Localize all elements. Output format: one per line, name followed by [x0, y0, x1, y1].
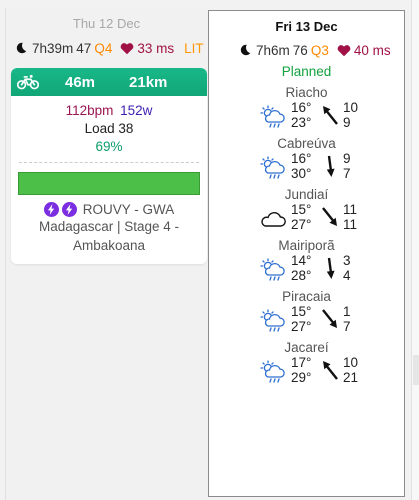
- temperature-min: 14°: [291, 253, 312, 268]
- wind-gust: 4: [343, 267, 351, 283]
- temperatures: 16° 23°: [291, 100, 312, 130]
- scrollbar[interactable]: [411, 0, 419, 500]
- wind-speed: 3: [343, 253, 351, 268]
- readiness-score: 47: [76, 40, 92, 56]
- wind-speeds: 17: [343, 304, 351, 334]
- cloud-icon: [259, 207, 287, 231]
- average-heart-rate: 112bpm: [65, 103, 114, 118]
- day-column-thu: Thu 12 Dec 7h39m 47 Q4 33 ms LIT 46m 21k…: [5, 8, 207, 500]
- wind-speed: 10: [343, 100, 359, 115]
- divider: [19, 162, 199, 163]
- compliance-percent: 69%: [95, 139, 123, 154]
- temperature-min: 16°: [291, 151, 312, 166]
- weather-location: Piracaia 15° 27° 1 7: [209, 289, 404, 340]
- hrv-text: 33 ms: [137, 40, 175, 56]
- partly-cloudy-rain-icon: [259, 105, 287, 129]
- temperatures: 16° 30°: [291, 151, 312, 181]
- temperatures: 15° 27°: [291, 202, 312, 232]
- sleep-duration: 7h39m: [32, 40, 74, 56]
- wind-speeds: 10 21: [343, 355, 359, 385]
- sleep-stats-row: 7h39m 47 Q4 33 ms LIT: [6, 38, 207, 58]
- sleep-stats-row: 7h6m 76 Q3 40 ms: [209, 40, 404, 60]
- wind-direction-arrow-icon: [320, 256, 340, 280]
- partly-cloudy-rain-icon: [259, 309, 287, 333]
- workout-distance: 21km: [129, 73, 168, 91]
- intensity-tag: LIT: [184, 40, 204, 56]
- wind-direction-arrow-icon: [320, 307, 340, 331]
- day-header-date: Fri 13 Dec: [275, 19, 338, 34]
- day-header-date: Thu 12 Dec: [72, 16, 141, 31]
- partly-cloudy-rain-icon: [259, 258, 287, 282]
- planned-status: Planned: [281, 64, 332, 79]
- source-name: ROUVY - GWA: [82, 202, 175, 217]
- wind-speeds: 11 11: [343, 202, 358, 232]
- wind-speeds: 34: [343, 253, 351, 283]
- partly-cloudy-rain-icon: [259, 156, 287, 180]
- temperature-min: 15°: [291, 304, 312, 319]
- sleep-duration: 7h6m: [256, 42, 290, 58]
- compliance-bar: [18, 172, 200, 195]
- temperature-max: 27°: [291, 216, 312, 232]
- wind-gust: 7: [343, 318, 351, 334]
- temperature-max: 30°: [291, 165, 312, 181]
- wind-speed: 9: [343, 151, 351, 166]
- workout-card-body: 112bpm 152w Load 38 69% ROUVY - GWA Mada…: [11, 96, 207, 255]
- weather-location: Jacareí 17° 29° 10 21: [209, 340, 404, 391]
- temperature-min: 15°: [291, 202, 312, 217]
- workout-metrics: 112bpm 152w: [11, 102, 207, 120]
- temperature-max: 28°: [291, 267, 312, 283]
- wind-direction-arrow-icon: [320, 358, 340, 382]
- wind-direction-arrow-icon: [320, 103, 340, 127]
- wind-direction-arrow-icon: [320, 205, 340, 229]
- wind-gust: 11: [343, 216, 358, 232]
- wind-speeds: 10 9: [343, 100, 359, 130]
- bolt-icon: [43, 202, 59, 217]
- heart-icon: [337, 44, 351, 56]
- temperatures: 15° 27°: [291, 304, 312, 334]
- partly-cloudy-rain-icon: [259, 360, 287, 384]
- readiness-score: 76: [292, 42, 308, 58]
- weather-location: Mairiporã 14° 28° 3 4: [209, 238, 404, 289]
- temperature-max: 29°: [291, 369, 312, 385]
- temperature-max: 23°: [291, 114, 312, 130]
- weather-location: Jundiaí 15° 27° 11 11: [209, 187, 404, 238]
- workout-duration: 46m: [65, 73, 96, 91]
- wind-speed: 1: [343, 304, 351, 319]
- wind-direction-arrow-icon: [320, 154, 340, 178]
- average-power: 152w: [120, 103, 153, 118]
- scrollbar-thumb[interactable]: [413, 355, 419, 385]
- temperature-min: 16°: [291, 100, 312, 115]
- training-load: Load 38: [84, 121, 134, 136]
- temperatures: 17° 29°: [291, 355, 312, 385]
- moon-icon: [240, 44, 251, 56]
- workout-source: ROUVY - GWA: [11, 202, 207, 217]
- weather-location: Cabreúva 16° 30° 9 7: [209, 136, 404, 187]
- sleep-quality: Q3: [310, 42, 329, 58]
- calendar-view: Thu 12 Dec 7h39m 47 Q4 33 ms LIT 46m 21k…: [0, 0, 419, 500]
- temperature-max: 27°: [291, 318, 312, 334]
- wind-gust: 7: [343, 165, 351, 181]
- wind-gust: 21: [343, 369, 359, 385]
- workout-description: Madagascar | Stage 4 - Ambakoana: [38, 219, 180, 253]
- sleep-quality: Q4: [94, 40, 113, 56]
- wind-gust: 9: [343, 114, 351, 130]
- bolt-icon: [61, 202, 77, 217]
- weather-forecast-list: Riacho 16° 23° 10 9 Cabreúva 16° 30° 9 7 Jundiaí 15…: [209, 85, 404, 391]
- wind-speeds: 97: [343, 151, 351, 181]
- wind-speed: 11: [343, 202, 358, 217]
- heart-icon: [121, 42, 134, 54]
- hrv-value: 40 ms: [337, 43, 391, 58]
- temperature-min: 17°: [291, 355, 312, 370]
- wind-speed: 10: [343, 355, 359, 370]
- bicycle-icon: [17, 74, 39, 90]
- hrv-text: 40 ms: [353, 42, 391, 58]
- temperatures: 14° 28°: [291, 253, 312, 283]
- workout-card[interactable]: 46m 21km 112bpm 152w Load 38 69% ROUVY -…: [11, 68, 207, 264]
- weather-location: Riacho 16° 23° 10 9: [209, 85, 404, 136]
- day-column-fri[interactable]: Fri 13 Dec 7h6m 76 Q3 40 ms Planned Riac…: [208, 10, 405, 497]
- hrv-value: 33 ms: [120, 41, 174, 56]
- workout-card-header: 46m 21km: [11, 68, 207, 96]
- moon-icon: [16, 42, 27, 54]
